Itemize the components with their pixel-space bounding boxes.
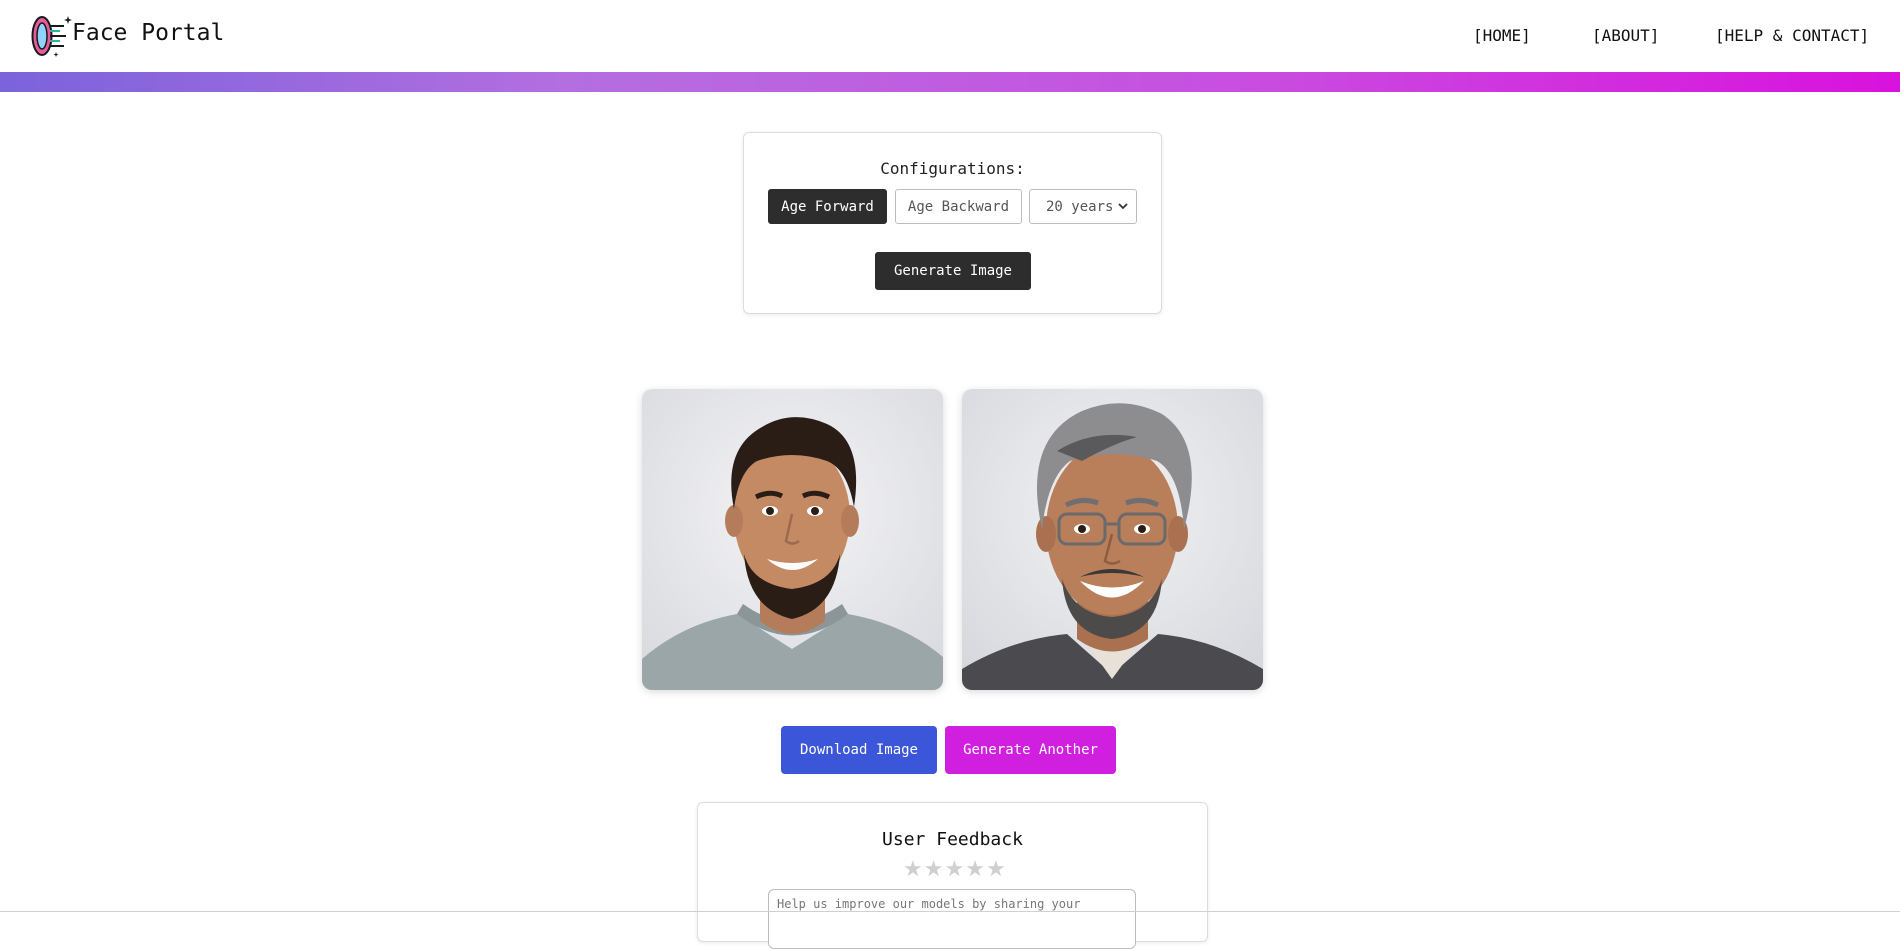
configurations-title: Configurations: <box>880 159 1025 178</box>
result-image <box>962 389 1263 690</box>
star-icon[interactable]: ★ <box>986 857 1006 883</box>
feedback-textarea[interactable] <box>768 889 1136 949</box>
feedback-title: User Feedback <box>882 829 1023 850</box>
star-icon[interactable]: ★ <box>903 857 923 883</box>
nav-help-contact-link[interactable]: [HELP & CONTACT] <box>1715 26 1869 45</box>
age-backward-button[interactable]: Age Backward <box>895 189 1022 224</box>
years-select-value: 20 years <box>1046 198 1114 215</box>
generate-image-button[interactable]: Generate Image <box>875 252 1031 290</box>
age-forward-button[interactable]: Age Forward <box>768 189 887 224</box>
older-man-portrait <box>962 389 1263 690</box>
brand-name: Face Portal <box>72 20 225 46</box>
nav-about-link[interactable]: [ABOUT] <box>1592 26 1659 45</box>
original-image <box>642 389 943 690</box>
accent-gradient-bar <box>0 72 1900 92</box>
download-image-button[interactable]: Download Image <box>781 726 937 774</box>
top-header: Face Portal [HOME] [ABOUT] [HELP & CONTA… <box>0 0 1900 72</box>
chevron-down-icon <box>1118 203 1128 210</box>
young-man-portrait <box>642 389 943 690</box>
brand[interactable]: Face Portal <box>30 14 224 58</box>
star-icon[interactable]: ★ <box>924 857 944 883</box>
star-icon[interactable]: ★ <box>965 857 985 883</box>
star-rating[interactable]: ★ ★ ★ ★ ★ <box>903 857 1006 883</box>
generate-another-button[interactable]: Generate Another <box>945 726 1116 774</box>
years-select[interactable]: 20 years <box>1029 189 1137 224</box>
portal-face-icon <box>30 14 74 58</box>
star-icon[interactable]: ★ <box>944 857 964 883</box>
nav-home-link[interactable]: [HOME] <box>1473 26 1531 45</box>
user-feedback-panel: User Feedback ★ ★ ★ ★ ★ <box>697 802 1208 949</box>
configuration-panel: Configurations: Age Forward Age Backward… <box>743 132 1162 314</box>
